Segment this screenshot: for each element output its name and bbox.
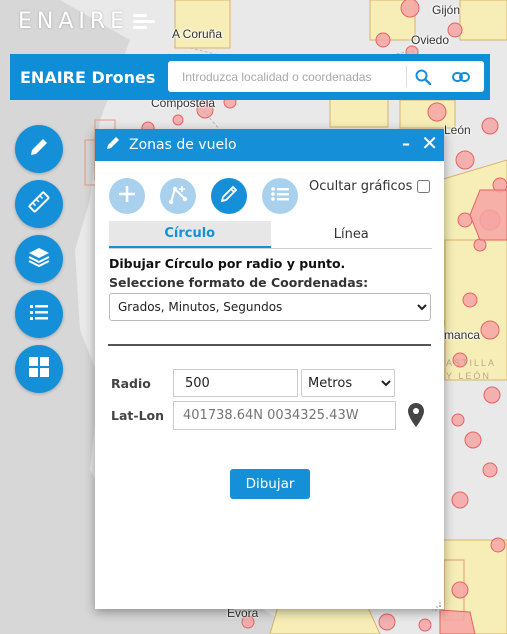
app-title: ENAIRE Drones <box>20 67 156 87</box>
minimize-button[interactable]: – <box>402 134 410 153</box>
unit-select[interactable]: Metros <box>301 369 395 397</box>
city-label: A Coruña <box>172 27 223 41</box>
logo-text: ENAIRE <box>18 8 130 34</box>
pencil-icon <box>219 184 239 208</box>
coord-format-select[interactable]: Grados, Minutos, Segundos <box>109 293 431 321</box>
search-input[interactable] <box>168 61 398 92</box>
city-label: Oviedo <box>411 33 450 47</box>
coord-format-label: Seleccione formato de Coordenadas: <box>109 275 369 290</box>
list-icon <box>269 183 291 209</box>
city-label: Gijón <box>432 3 461 17</box>
draw-submit-button[interactable]: Dibujar <box>230 469 310 499</box>
search-divider <box>406 66 407 87</box>
tab-circle[interactable]: Círculo <box>109 221 271 248</box>
latlon-input[interactable] <box>173 401 396 430</box>
map-pin-icon[interactable] <box>407 402 425 428</box>
app-header: ENAIRE Drones <box>10 54 490 100</box>
polyline-vertices-icon <box>167 183 189 209</box>
close-button[interactable]: ✕ <box>421 131 438 155</box>
region-label: Y LEÓN <box>446 371 491 381</box>
draw-button-active[interactable] <box>211 178 247 214</box>
hide-graphics-checkbox[interactable] <box>417 180 431 193</box>
section-divider <box>108 344 431 346</box>
pencil-icon <box>105 135 121 155</box>
search-icon[interactable] <box>408 61 438 92</box>
draw-description: Dibujar Círculo por radio y punto. <box>109 256 346 271</box>
resize-grip-icon[interactable] <box>432 597 442 611</box>
zones-list-button[interactable] <box>262 178 298 214</box>
plus-icon <box>117 184 137 208</box>
dialog-title: Zonas de vuelo <box>129 137 237 153</box>
draw-tool-button[interactable] <box>15 125 63 173</box>
region-label: ASTILLA <box>446 358 497 368</box>
grid-icon <box>27 355 51 383</box>
logo-mark-icon <box>133 11 159 31</box>
flight-zones-dialog: Zonas de vuelo – ✕ Ocultar gráficos Círc… <box>95 129 444 611</box>
measure-tool-button[interactable] <box>15 180 63 228</box>
list-icon <box>27 300 51 328</box>
pencil-icon <box>27 135 51 163</box>
add-point-button[interactable] <box>109 178 145 214</box>
apps-button[interactable] <box>15 345 63 393</box>
shape-tabs: Círculo Línea <box>109 221 432 249</box>
draw-vertices-button[interactable] <box>160 178 196 214</box>
dialog-header[interactable]: Zonas de vuelo – ✕ <box>95 129 444 161</box>
enaire-logo: ENAIRE <box>18 8 159 34</box>
hide-graphics-label: Ocultar gráficos <box>309 179 413 194</box>
city-label: manca <box>444 328 481 342</box>
ruler-icon <box>27 190 51 218</box>
radius-label: Radio <box>111 376 151 391</box>
tab-line[interactable]: Línea <box>271 221 433 248</box>
layers-button[interactable] <box>15 235 63 283</box>
layers-icon <box>27 245 51 273</box>
city-label: León <box>444 123 471 137</box>
search-box <box>168 61 484 92</box>
radius-input[interactable] <box>173 369 298 397</box>
legend-button[interactable] <box>15 290 63 338</box>
hide-graphics-option[interactable]: Ocultar gráficos <box>309 179 431 194</box>
link-icon[interactable] <box>446 61 476 92</box>
latlon-label: Lat-Lon <box>111 408 165 423</box>
